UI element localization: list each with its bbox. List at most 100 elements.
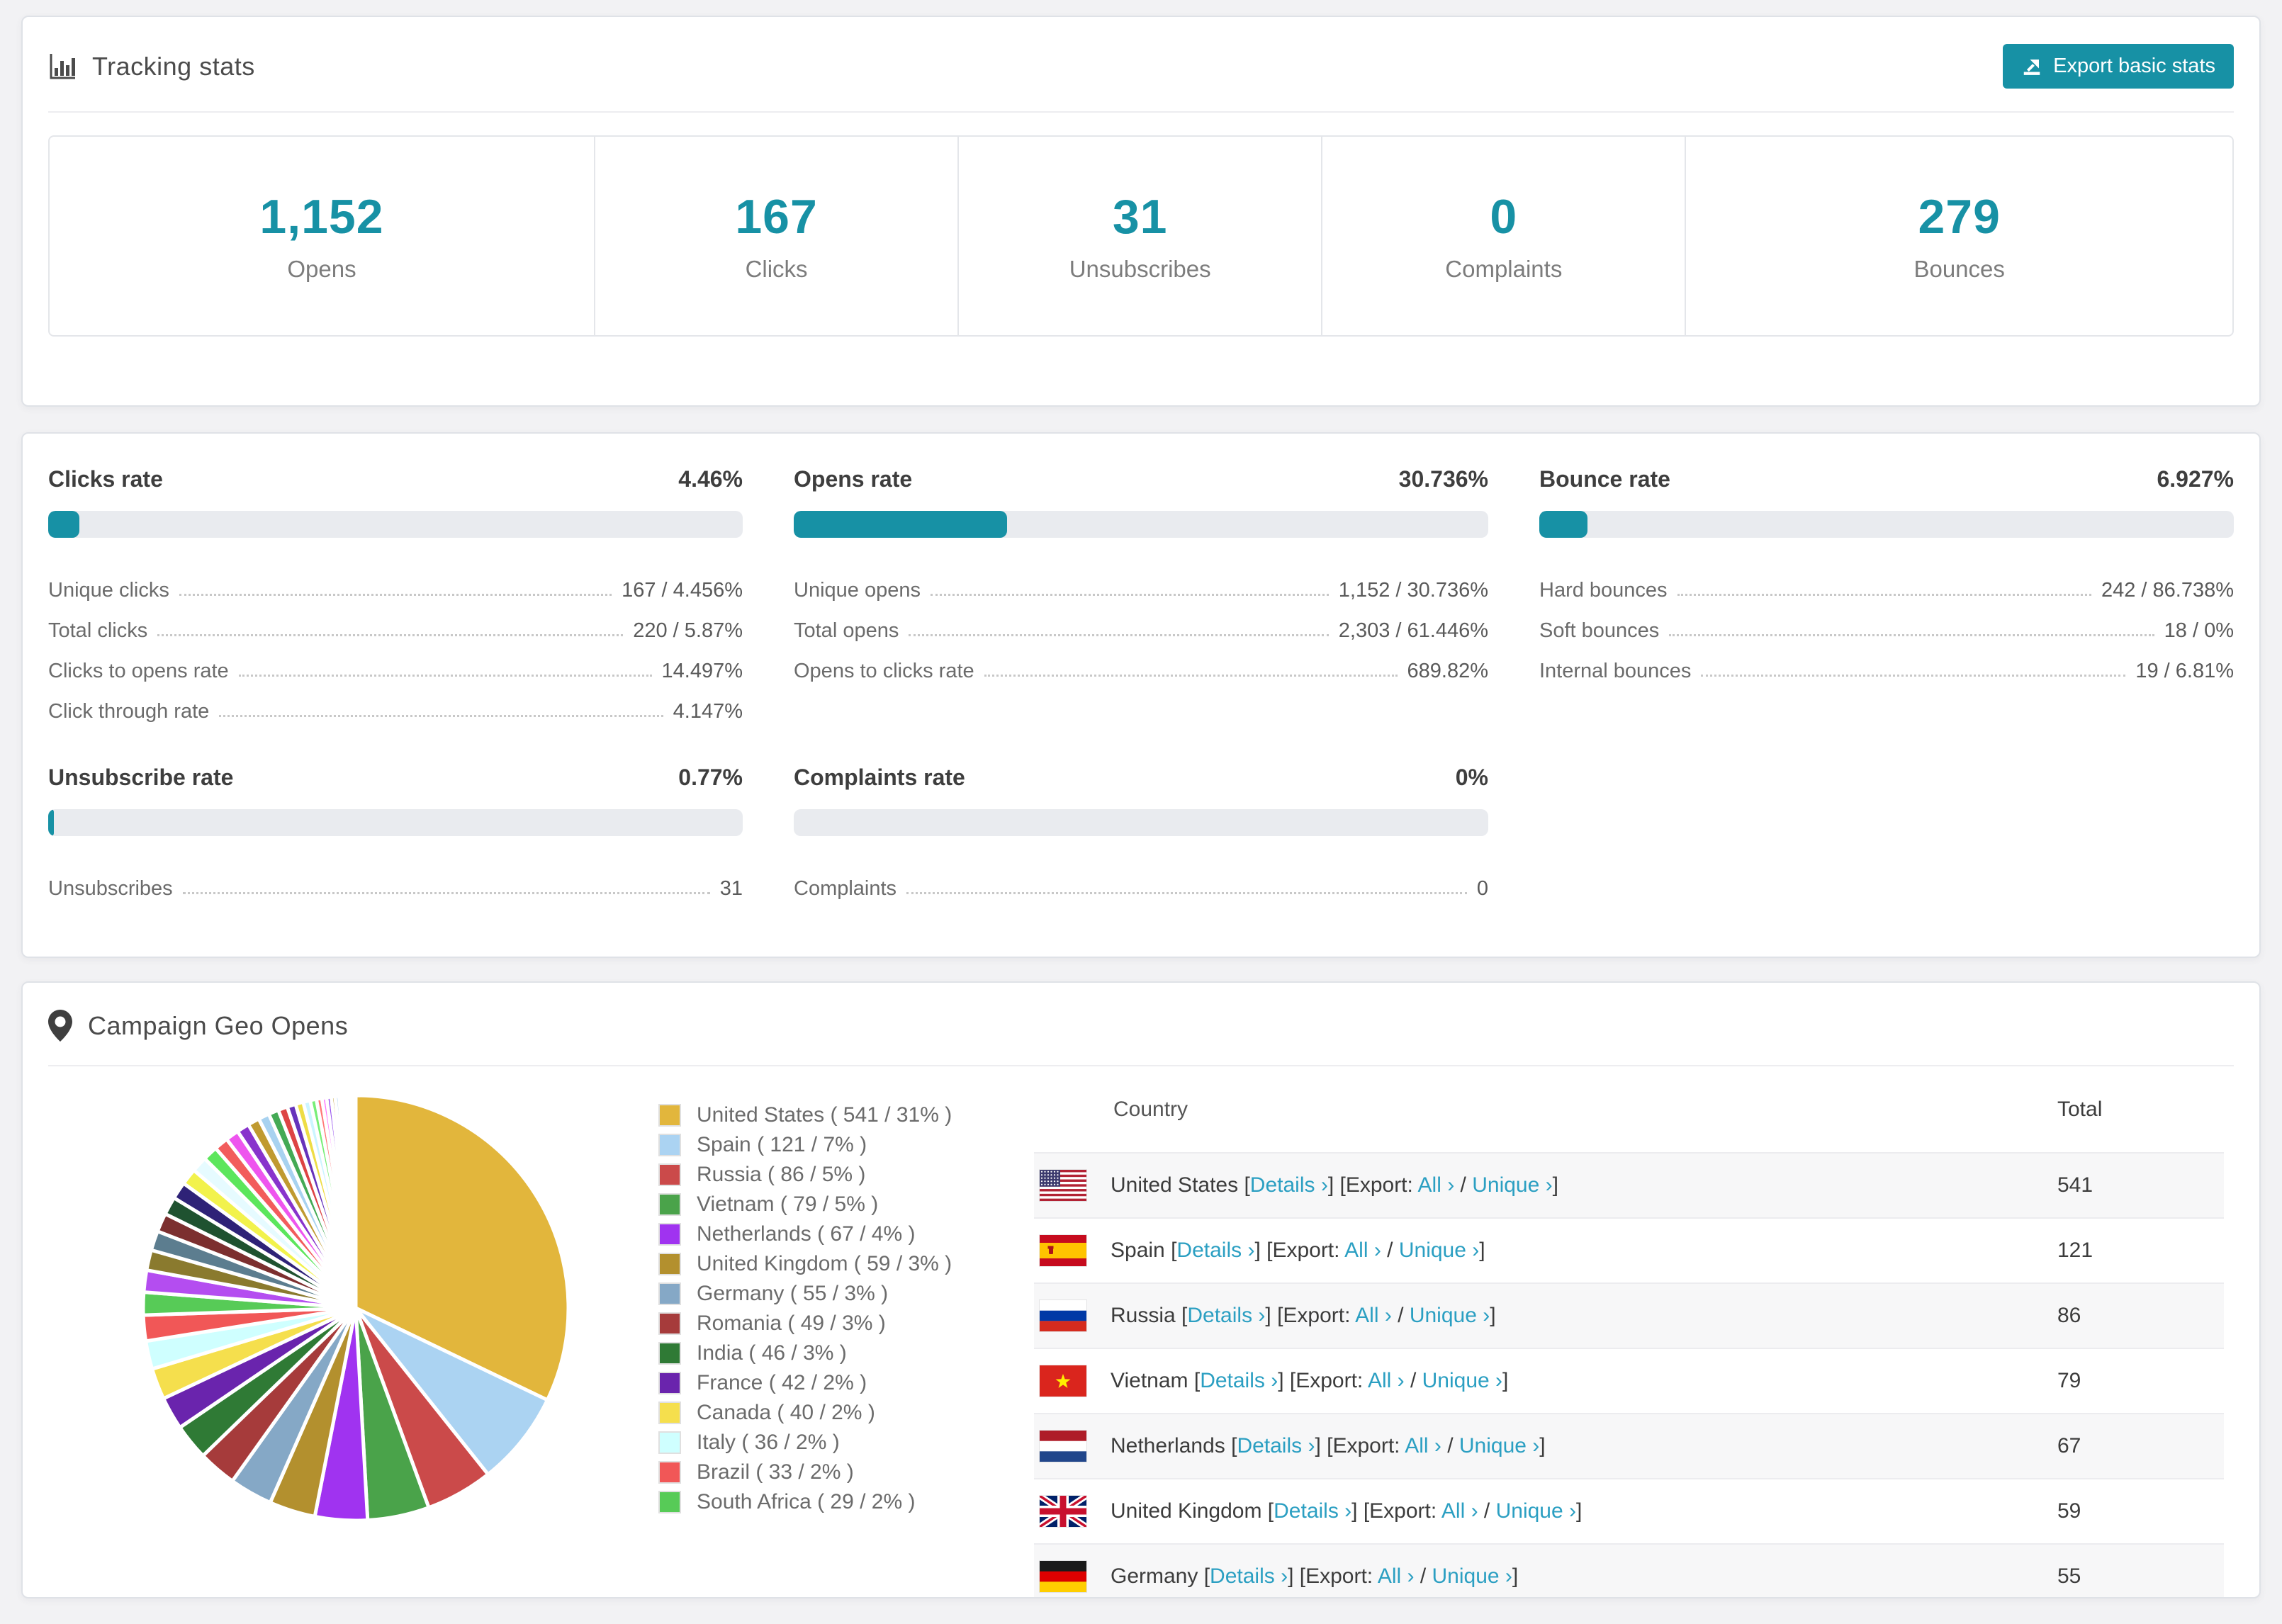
- campaign-stats-page: { "accent_color": "#1791a5", "link_color…: [0, 0, 2282, 1624]
- legend-swatch: [658, 1193, 681, 1216]
- country-total: 121: [2057, 1239, 2093, 1262]
- export-unique-link-vietnam[interactable]: Unique ›: [1422, 1369, 1502, 1392]
- legend-label: Vietnam ( 79 / 5% ): [697, 1192, 879, 1216]
- country-name: Germany: [1111, 1564, 1198, 1588]
- export-all-link-germany[interactable]: All ›: [1378, 1564, 1415, 1588]
- export-all-link-vietnam[interactable]: All ›: [1368, 1369, 1405, 1392]
- legend-label: United States ( 541 / 31% ): [697, 1103, 952, 1127]
- legend-swatch: [658, 1491, 681, 1513]
- dotted-leader: [984, 675, 1398, 677]
- metric-value: 31: [719, 877, 743, 900]
- export-unique-link-germany[interactable]: Unique ›: [1432, 1564, 1512, 1588]
- legend-item-germany: Germany ( 55 / 3% ): [658, 1279, 1034, 1309]
- stat-label: Bounces: [1913, 256, 2005, 282]
- metric-label: Unique opens: [794, 579, 921, 602]
- details-link-germany[interactable]: Details ›: [1210, 1564, 1288, 1588]
- geo-row-russia: Russia [Details ›] [Export: All › / Uniq…: [1034, 1282, 2224, 1348]
- stat-clicks: 167 Clicks: [595, 137, 960, 335]
- legend-label: France ( 42 / 2% ): [697, 1371, 867, 1394]
- legend-item-russia: Russia ( 86 / 5% ): [658, 1160, 1034, 1190]
- legend-label: South Africa ( 29 / 2% ): [697, 1490, 916, 1513]
- legend-label: Italy ( 36 / 2% ): [697, 1431, 840, 1454]
- geo-opens-title: Campaign Geo Opens: [88, 1011, 349, 1040]
- metric-row: Complaints 0: [794, 860, 1488, 901]
- legend-swatch: [658, 1104, 681, 1127]
- legend-swatch: [658, 1312, 681, 1335]
- geo-row-united-kingdom: United Kingdom [Details ›] [Export: All …: [1034, 1478, 2224, 1543]
- progress-bar-fill: [48, 809, 54, 836]
- export-all-link-russia[interactable]: All ›: [1355, 1304, 1392, 1327]
- geo-row-netherlands: Netherlands [Details ›] [Export: All › /…: [1034, 1413, 2224, 1478]
- export-all-link-united-states[interactable]: All ›: [1418, 1173, 1455, 1197]
- details-link-united-states[interactable]: Details ›: [1250, 1173, 1328, 1197]
- stat-value: 0: [1490, 190, 1518, 244]
- legend-label: Netherlands ( 67 / 4% ): [697, 1222, 916, 1246]
- metric-row: Soft bounces 18 / 0%: [1539, 602, 2234, 643]
- country-total: 67: [2057, 1434, 2081, 1457]
- metric-row: Total clicks 220 / 5.87%: [48, 602, 743, 643]
- legend-item-italy: Italy ( 36 / 2% ): [658, 1428, 1034, 1457]
- details-link-netherlands[interactable]: Details ›: [1237, 1434, 1315, 1457]
- export-icon: [2021, 56, 2042, 77]
- dotted-leader: [219, 715, 663, 717]
- export-all-link-spain[interactable]: All ›: [1344, 1239, 1381, 1262]
- metric-row: Unsubscribes 31: [48, 860, 743, 901]
- legend-label: United Kingdom ( 59 / 3% ): [697, 1252, 952, 1275]
- flag-nl-icon: [1040, 1431, 1086, 1462]
- stat-label: Complaints: [1445, 256, 1563, 282]
- metric-label: Clicks to opens rate: [48, 660, 229, 682]
- flag-vn-icon: [1040, 1365, 1086, 1397]
- legend-swatch: [658, 1342, 681, 1365]
- geo-row-germany: Germany [Details ›] [Export: All › / Uni…: [1034, 1543, 2224, 1597]
- metric-label: Unique clicks: [48, 579, 169, 602]
- country-column-header: Country: [1113, 1097, 1188, 1121]
- dotted-leader: [238, 675, 652, 677]
- legend-swatch: [658, 1461, 681, 1484]
- metric-value: 18 / 0%: [2164, 619, 2234, 642]
- metric-value: 0: [1476, 877, 1488, 900]
- legend-swatch: [658, 1402, 681, 1424]
- legend-swatch: [658, 1163, 681, 1186]
- stat-bounces: 279 Bounces: [1686, 137, 2232, 335]
- metric-label: Unsubscribes: [48, 877, 173, 900]
- rate-value: 30.736%: [1398, 466, 1488, 492]
- stat-complaints: 0 Complaints: [1322, 137, 1687, 335]
- dotted-leader: [179, 594, 612, 596]
- stat-value: 31: [1112, 190, 1168, 244]
- geo-row-united-states: United States [Details ›] [Export: All ›…: [1034, 1152, 2224, 1217]
- country-name: United States: [1111, 1173, 1239, 1197]
- details-link-united-kingdom[interactable]: Details ›: [1274, 1499, 1351, 1523]
- rates-grid: Clicks rate 4.46% Unique clicks 167 / 4.456…: [48, 466, 2234, 901]
- flag-es-icon: [1040, 1235, 1086, 1266]
- rate-title: Bounce rate: [1539, 466, 1670, 492]
- dotted-leader: [1677, 594, 2091, 596]
- legend-swatch: [658, 1223, 681, 1246]
- export-unique-link-united-kingdom[interactable]: Unique ›: [1496, 1499, 1576, 1523]
- legend-label: Germany ( 55 / 3% ): [697, 1282, 889, 1305]
- details-link-russia[interactable]: Details ›: [1187, 1304, 1265, 1327]
- export-unique-link-spain[interactable]: Unique ›: [1399, 1239, 1479, 1262]
- legend-item-france: France ( 42 / 2% ): [658, 1368, 1034, 1398]
- metric-row: Opens to clicks rate 689.82%: [794, 643, 1488, 683]
- export-all-link-netherlands[interactable]: All ›: [1405, 1434, 1441, 1457]
- legend-label: Russia ( 86 / 5% ): [697, 1163, 866, 1186]
- progress-bar: [48, 511, 743, 538]
- legend-item-romania: Romania ( 49 / 3% ): [658, 1309, 1034, 1338]
- dotted-leader: [1669, 634, 2154, 636]
- geo-opens-header: Campaign Geo Opens: [48, 983, 2234, 1066]
- legend-item-netherlands: Netherlands ( 67 / 4% ): [658, 1219, 1034, 1249]
- stat-label: Opens: [287, 256, 356, 282]
- geo-legend: United States ( 541 / 31% ) Spain ( 121 /…: [658, 1100, 1034, 1517]
- flag-ru-icon: [1040, 1300, 1086, 1331]
- geo-table-body: United States [Details ›] [Export: All ›…: [1034, 1152, 2224, 1597]
- geo-opens-card: Campaign Geo Opens United States ( 541 /…: [21, 981, 2261, 1598]
- details-link-vietnam[interactable]: Details ›: [1200, 1369, 1278, 1392]
- export-unique-link-russia[interactable]: Unique ›: [1410, 1304, 1490, 1327]
- export-unique-link-netherlands[interactable]: Unique ›: [1459, 1434, 1539, 1457]
- dotted-leader: [930, 594, 1329, 596]
- rate-title: Unsubscribe rate: [48, 765, 234, 790]
- export-all-link-united-kingdom[interactable]: All ›: [1441, 1499, 1478, 1523]
- export-basic-stats-button[interactable]: Export basic stats: [2003, 44, 2234, 89]
- export-unique-link-united-states[interactable]: Unique ›: [1472, 1173, 1552, 1197]
- details-link-spain[interactable]: Details ›: [1176, 1239, 1254, 1262]
